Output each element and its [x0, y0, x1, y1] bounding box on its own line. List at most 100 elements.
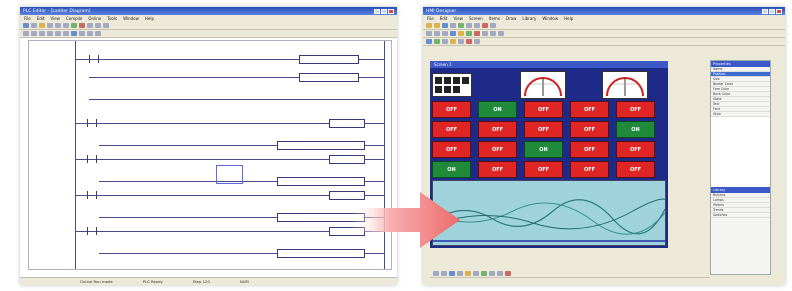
compare-icon[interactable] [71, 31, 77, 36]
find-icon[interactable] [87, 23, 93, 28]
menu-window[interactable]: Window [123, 16, 139, 21]
menu-compile[interactable]: Compile [66, 16, 82, 21]
download-icon[interactable] [458, 23, 464, 28]
menu-help[interactable]: Help [145, 16, 154, 21]
ladder-diagram[interactable] [28, 40, 392, 270]
toggle-button[interactable]: ON [524, 141, 563, 158]
draw-icon[interactable] [465, 271, 471, 276]
button-icon[interactable] [474, 31, 480, 36]
open-icon[interactable] [31, 23, 37, 28]
stop-icon[interactable] [79, 23, 85, 28]
toggle-button[interactable]: OFF [570, 121, 609, 138]
toggle-button[interactable]: OFF [432, 121, 471, 138]
menu-file[interactable]: File [427, 16, 434, 21]
cut-icon[interactable] [47, 23, 53, 28]
trend-icon[interactable] [434, 39, 440, 44]
toggle-button[interactable]: ON [432, 161, 471, 178]
toggle-button[interactable]: OFF [524, 121, 563, 138]
toggle-button[interactable]: OFF [570, 101, 609, 118]
picture-icon[interactable] [450, 39, 456, 44]
color-icon[interactable] [458, 31, 464, 36]
menu-items[interactable]: Items [489, 16, 500, 21]
close-icon[interactable] [776, 8, 782, 14]
draw-icon[interactable] [489, 271, 495, 276]
open-icon[interactable] [434, 23, 440, 28]
align-right-icon[interactable] [442, 31, 448, 36]
alarm-icon[interactable] [458, 39, 464, 44]
toggle-button[interactable]: OFF [478, 121, 517, 138]
save-icon[interactable] [39, 23, 45, 28]
function-block[interactable] [299, 73, 359, 82]
menu-view[interactable]: View [453, 16, 463, 21]
draw-icon[interactable] [473, 271, 479, 276]
paste-icon[interactable] [63, 23, 69, 28]
contact[interactable] [87, 191, 97, 199]
contact[interactable] [89, 55, 99, 63]
run-icon[interactable] [482, 23, 488, 28]
menu-draw[interactable]: Draw [506, 16, 516, 21]
menu-help[interactable]: Help [564, 16, 573, 21]
menu-tools[interactable]: Tools [107, 16, 117, 21]
contact-nc-icon[interactable] [31, 31, 37, 36]
toggle-button[interactable]: OFF [616, 101, 655, 118]
draw-icon[interactable] [481, 271, 487, 276]
counter-icon[interactable] [87, 31, 93, 36]
menu-edit[interactable]: Edit [37, 16, 45, 21]
close-icon[interactable] [388, 8, 394, 14]
menu-online[interactable]: Online [88, 16, 101, 21]
toggle-button[interactable]: OFF [570, 161, 609, 178]
draw-icon[interactable] [505, 271, 511, 276]
toggle-button[interactable]: OFF [616, 161, 655, 178]
save-icon[interactable] [442, 23, 448, 28]
new-icon[interactable] [23, 23, 29, 28]
minimize-icon[interactable] [762, 8, 768, 14]
monitor-icon[interactable] [103, 23, 109, 28]
toggle-button[interactable]: OFF [432, 101, 471, 118]
output-coil[interactable] [329, 119, 365, 128]
toggle-button[interactable]: OFF [570, 141, 609, 158]
draw-icon[interactable] [433, 271, 439, 276]
switch-icon[interactable] [466, 39, 472, 44]
vline-icon[interactable] [63, 31, 69, 36]
function-block[interactable] [299, 55, 359, 64]
menu-file[interactable]: File [24, 16, 31, 21]
toggle-button[interactable]: ON [478, 101, 517, 118]
align-left-icon[interactable] [426, 31, 432, 36]
icon-strip[interactable] [432, 73, 472, 97]
copy-icon[interactable] [55, 23, 61, 28]
maximize-icon[interactable] [381, 8, 387, 14]
toggle-button[interactable]: OFF [524, 101, 563, 118]
toggle-button[interactable]: OFF [478, 161, 517, 178]
line-icon[interactable] [490, 31, 496, 36]
draw-icon[interactable] [497, 271, 503, 276]
menu-view[interactable]: View [50, 16, 60, 21]
hline-icon[interactable] [55, 31, 61, 36]
bar-icon[interactable] [442, 39, 448, 44]
function-block[interactable] [277, 141, 365, 150]
draw-icon[interactable] [449, 271, 455, 276]
undo-icon[interactable] [466, 23, 472, 28]
contact[interactable] [87, 119, 97, 127]
trend-graph[interactable] [432, 180, 671, 246]
library-item[interactable]: Switches [711, 213, 770, 218]
redo-icon[interactable] [474, 23, 480, 28]
meter-icon[interactable] [426, 39, 432, 44]
draw-icon[interactable] [457, 271, 463, 276]
function-icon[interactable] [47, 31, 53, 36]
run-icon[interactable] [71, 23, 77, 28]
zoom-icon[interactable] [490, 23, 496, 28]
print-icon[interactable] [450, 23, 456, 28]
toggle-button[interactable]: OFF [478, 141, 517, 158]
menu-window[interactable]: Window [542, 16, 558, 21]
contact[interactable] [87, 155, 97, 163]
toggle-button[interactable]: OFF [524, 161, 563, 178]
toggle-button[interactable]: OFF [616, 141, 655, 158]
function-block[interactable] [277, 249, 365, 258]
group-icon[interactable] [450, 31, 456, 36]
contact-no-icon[interactable] [23, 31, 29, 36]
menu-library[interactable]: Library [522, 16, 536, 21]
function-block[interactable] [277, 177, 365, 186]
toggle-button[interactable]: ON [616, 121, 655, 138]
menu-screen[interactable]: Screen [469, 16, 483, 21]
toggle-button[interactable]: OFF [432, 141, 471, 158]
